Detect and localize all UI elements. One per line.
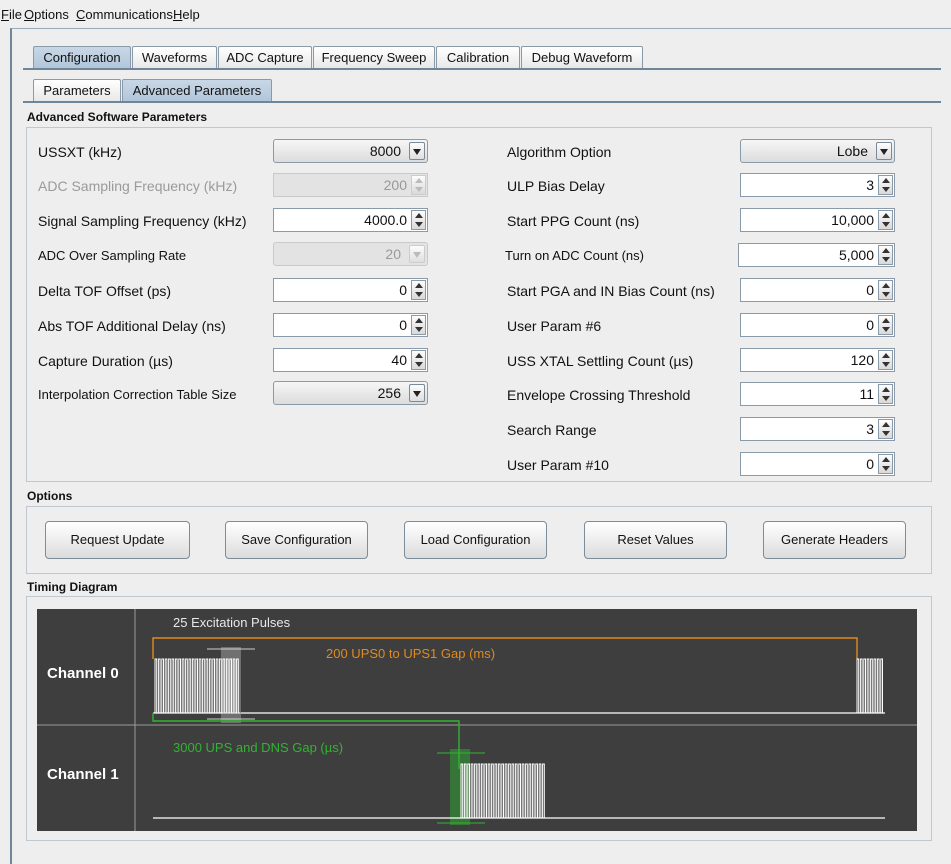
spinner-arrows-icon[interactable]: [878, 280, 893, 300]
menu-help[interactable]: Help: [173, 7, 200, 22]
tab-configuration[interactable]: Configuration: [33, 46, 131, 68]
menu-options[interactable]: Options: [24, 7, 69, 22]
ussxt-dropdown[interactable]: 8000: [273, 139, 428, 163]
ch1-window-highlight: [450, 749, 470, 825]
options-title: Options: [27, 489, 73, 503]
search-range-spinner[interactable]: 3: [740, 417, 895, 441]
label-capture-duration: Capture Duration (µs): [38, 353, 173, 369]
timing-diagram: Channel 0 Channel 1 25 Excitation Pulses…: [37, 609, 917, 831]
spinner-arrows-icon[interactable]: [878, 350, 893, 370]
label-abs-tof-additional-delay: Abs TOF Additional Delay (ns): [38, 318, 226, 334]
advanced-title: Advanced Software Parameters: [27, 110, 208, 124]
load-configuration-button[interactable]: Load Configuration: [404, 521, 547, 559]
interpolation-table-size-dropdown[interactable]: 256: [273, 381, 428, 405]
tab-debug-waveform[interactable]: Debug Waveform: [521, 46, 643, 68]
reset-values-button[interactable]: Reset Values: [584, 521, 727, 559]
label-uss-xtal-settling-count: USS XTAL Settling Count (µs): [507, 353, 694, 369]
pulse-trains: [154, 658, 885, 819]
chevron-down-icon: [409, 245, 425, 263]
ups0-ups1-gap-label: 200 UPS0 to UPS1 Gap (ms): [326, 646, 496, 661]
spinner-arrows-icon[interactable]: [878, 210, 893, 230]
spinner-arrows-icon[interactable]: [411, 315, 426, 335]
label-signal-sampling-frequency: Signal Sampling Frequency (kHz): [38, 213, 247, 229]
label-interpolation-correction-table-size: Interpolation Correction Table Size: [38, 387, 237, 402]
menu-file[interactable]: File: [1, 7, 22, 22]
chevron-down-icon[interactable]: [409, 384, 425, 402]
subtab-divider: [23, 101, 941, 103]
timing-diagram-canvas: [37, 609, 917, 831]
request-update-button[interactable]: Request Update: [45, 521, 190, 559]
label-adc-sampling-frequency: ADC Sampling Frequency (kHz): [38, 178, 238, 194]
label-user-param-10: User Param #10: [507, 457, 609, 473]
adc-sampling-frequency-spinner: 200: [273, 173, 428, 197]
tab-calibration[interactable]: Calibration: [436, 46, 520, 68]
algorithm-option-dropdown[interactable]: Lobe: [740, 139, 895, 163]
adc-over-sampling-rate-dropdown: 20: [273, 242, 428, 266]
label-delta-tof-offset: Delta TOF Offset (ps): [38, 283, 172, 299]
ups-dns-gap-label: 3000 UPS and DNS Gap (µs): [173, 740, 344, 755]
subtab-advanced-parameters[interactable]: Advanced Parameters: [122, 79, 272, 101]
channel0-label: Channel 0: [47, 665, 119, 682]
signal-sampling-frequency-spinner[interactable]: 4000.0: [273, 208, 428, 232]
channel1-label: Channel 1: [47, 766, 119, 783]
label-ulp-bias-delay: ULP Bias Delay: [507, 178, 605, 194]
generate-headers-button[interactable]: Generate Headers: [763, 521, 906, 559]
user-param-10-spinner[interactable]: 0: [740, 452, 895, 476]
label-adc-over-sampling-rate: ADC Over Sampling Rate: [38, 248, 187, 263]
chevron-down-icon[interactable]: [876, 142, 892, 160]
spinner-arrows-icon[interactable]: [878, 419, 893, 439]
envelope-crossing-threshold-spinner[interactable]: 11: [740, 382, 895, 406]
excitation-pulses-label: 25 Excitation Pulses: [173, 615, 291, 630]
label-turn-on-adc-count: Turn on ADC Count (ns): [505, 248, 644, 263]
menu-bar: File Options Communications Help: [0, 0, 951, 26]
label-start-ppg-count: Start PPG Count (ns): [507, 213, 640, 229]
tab-waveforms[interactable]: Waveforms: [132, 46, 217, 68]
label-user-param-6: User Param #6: [507, 318, 602, 334]
ulp-bias-delay-spinner[interactable]: 3: [740, 173, 895, 197]
menu-communications[interactable]: Communications: [76, 7, 173, 22]
label-algorithm-option: Algorithm Option: [507, 144, 612, 160]
spinner-arrows-icon[interactable]: [411, 350, 426, 370]
start-pga-in-bias-count-spinner[interactable]: 0: [740, 278, 895, 302]
capture-duration-spinner[interactable]: 40: [273, 348, 428, 372]
start-ppg-count-spinner[interactable]: 10,000: [740, 208, 895, 232]
label-ussxt: USSXT (kHz): [38, 144, 122, 160]
spinner-arrows-icon[interactable]: [878, 315, 893, 335]
label-search-range: Search Range: [507, 422, 597, 438]
spinner-arrows-icon[interactable]: [878, 384, 893, 404]
tab-frequency-sweep[interactable]: Frequency Sweep: [313, 46, 435, 68]
delta-tof-offset-spinner[interactable]: 0: [273, 278, 428, 302]
channel0-pulse-train-b: [856, 658, 885, 714]
label-start-pga-and-in-bias-count: Start PGA and IN Bias Count (ns): [507, 283, 715, 299]
tab-divider: [23, 68, 941, 70]
spinner-arrows-icon[interactable]: [411, 280, 426, 300]
channel1-pulse-train: [460, 763, 546, 819]
spinner-arrows-icon[interactable]: [878, 245, 893, 265]
uss-xtal-settling-count-spinner[interactable]: 120: [740, 348, 895, 372]
save-configuration-button[interactable]: Save Configuration: [225, 521, 368, 559]
label-envelope-crossing-threshold: Envelope Crossing Threshold: [507, 387, 691, 403]
timing-title: Timing Diagram: [27, 580, 118, 594]
spinner-arrows-icon: [411, 175, 426, 195]
tab-adc-capture[interactable]: ADC Capture: [218, 46, 312, 68]
ups0-ups1-gap-line: [152, 637, 858, 659]
spinner-arrows-icon[interactable]: [411, 210, 426, 230]
subtab-parameters[interactable]: Parameters: [33, 79, 121, 101]
spinner-arrows-icon[interactable]: [878, 454, 893, 474]
spinner-arrows-icon[interactable]: [878, 175, 893, 195]
user-param-6-spinner[interactable]: 0: [740, 313, 895, 337]
abs-tof-additional-delay-spinner[interactable]: 0: [273, 313, 428, 337]
chevron-down-icon[interactable]: [409, 142, 425, 160]
turn-on-adc-count-spinner[interactable]: 5,000: [738, 243, 895, 267]
